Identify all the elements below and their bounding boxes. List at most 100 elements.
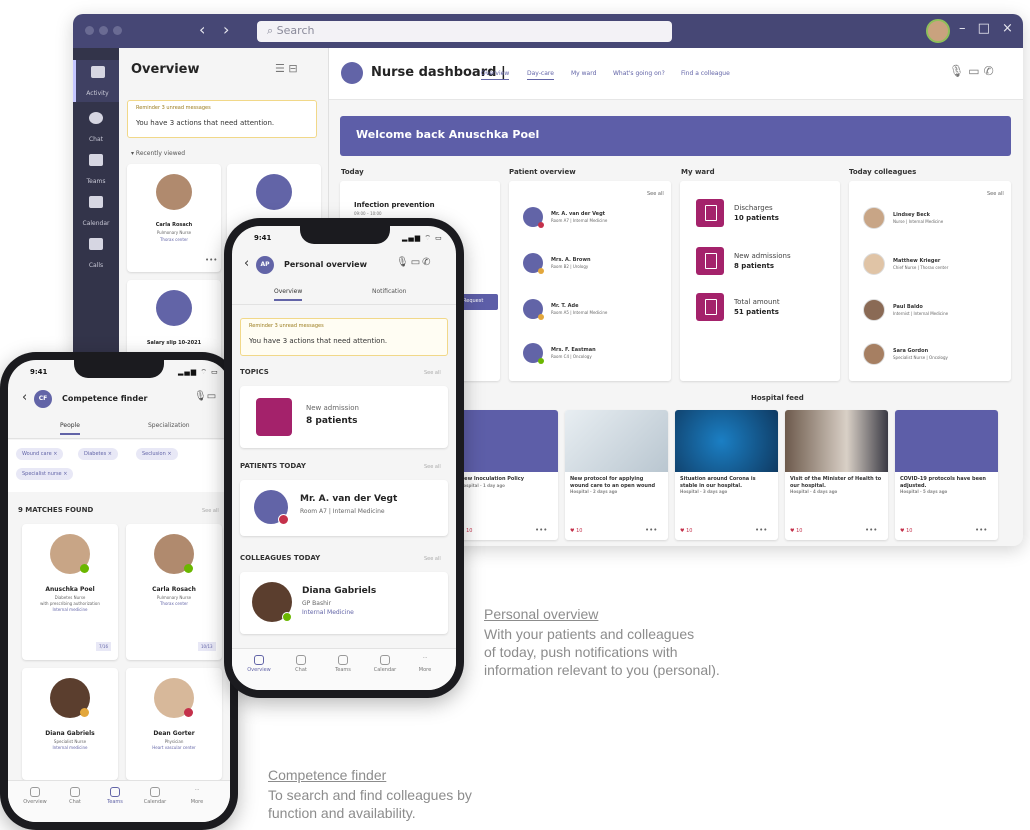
window-dot[interactable] (99, 26, 108, 35)
nav-overview[interactable]: Overview (18, 787, 52, 805)
ward-row-total[interactable]: Total amount 51 patients (696, 293, 836, 325)
feed-card[interactable]: New Inoculation Policy Hospital · 1 day a… (455, 410, 558, 540)
patient-card[interactable]: Mr. A. van der Vegt Room A7 | Internal M… (240, 480, 448, 536)
colleague-sub: Specialist Nurse | Oncology (893, 355, 948, 360)
call-icons[interactable]: 🎙▭ (194, 391, 216, 402)
patient-overview-card: See all Mr. A. van der Vegt Room A7 | In… (509, 181, 671, 381)
feed-card[interactable]: Visit of the Minister of Health to our h… (785, 410, 888, 540)
person-extra: Internal medicine (52, 745, 88, 750)
filter-icon[interactable]: ☰ ⊟ (275, 62, 298, 75)
see-all-link[interactable]: See all (424, 370, 441, 376)
tab-whats-going-on[interactable]: What's going on? (613, 70, 665, 77)
more-icon[interactable]: ••• (975, 526, 987, 534)
presence-dot (282, 612, 292, 622)
person-role: Diabetes Nurse (54, 595, 86, 600)
colleague-row[interactable]: Matthew Krieger Chief Nurse | Thorax cen… (863, 253, 1003, 281)
heart-icon[interactable]: ♥ 10 (570, 528, 582, 534)
ward-row-admissions[interactable]: New admissions 8 patients (696, 247, 836, 279)
recent-card-person[interactable]: Carla Rosach Pulmonary Nurse Thorax cent… (127, 164, 221, 272)
heart-icon[interactable]: ♥ 10 (790, 528, 802, 534)
patient-row[interactable]: Mr. T. Ade Room A5 | Internal Medicine (523, 299, 663, 325)
patient-name: Mr. T. Ade (551, 303, 579, 309)
nav-calendar[interactable]: Calendar (368, 655, 402, 673)
see-all-link[interactable]: See all (987, 191, 1004, 197)
colleague-row[interactable]: Sara Gordon Specialist Nurse | Oncology (863, 343, 1003, 371)
user-avatar[interactable] (926, 19, 950, 43)
tab-specialization[interactable]: Specialization (148, 422, 190, 429)
colleague-row[interactable]: Lindsey Beck Nurse | Internal Medicine (863, 207, 1003, 235)
see-all-link[interactable]: See all (424, 556, 441, 562)
back-arrow-icon[interactable]: ‹ (22, 390, 27, 405)
call-icons[interactable]: 🎙▭✆ (396, 257, 433, 268)
filter-chip[interactable]: Specialist nurse × (16, 468, 74, 480)
nav-more[interactable]: ··· More (180, 787, 214, 805)
recently-viewed-label[interactable]: ▾ Recently viewed (131, 150, 185, 157)
person-extra: Heart vascular center (152, 745, 196, 750)
colleague-card[interactable]: Diana Gabriels GP Bashir Internal Medici… (240, 572, 448, 634)
rail-item-activity[interactable]: Activity (73, 60, 119, 102)
feed-card[interactable]: Situation around Corona is stable in our… (675, 410, 778, 540)
status-dot (278, 514, 289, 525)
nav-more[interactable]: ··· More (408, 655, 442, 673)
tab-notification[interactable]: Notification (372, 288, 406, 295)
nav-calendar[interactable]: Calendar (138, 787, 172, 805)
window-dot[interactable] (113, 26, 122, 35)
request-button[interactable]: Request (460, 294, 498, 310)
filter-chip[interactable]: Wound care × (16, 448, 64, 460)
colleague-row[interactable]: Paul Baldo Internist | Internal Medicine (863, 299, 1003, 327)
person-card[interactable]: Diana Gabriels Specialist Nurse Internal… (22, 668, 118, 780)
rail-item-calls[interactable]: Calls (73, 232, 119, 274)
nav-teams[interactable]: Teams (326, 655, 360, 673)
colleague-name: Paul Baldo (893, 304, 923, 310)
tab-my-ward[interactable]: My ward (571, 70, 596, 77)
tab-overview[interactable]: Overview (274, 288, 303, 301)
today-item-title[interactable]: Infection prevention (354, 201, 435, 209)
patient-row[interactable]: Mrs. A. Brown Room B2 | Urology (523, 253, 663, 279)
more-icon[interactable]: ••• (205, 256, 217, 264)
more-icon[interactable]: ••• (865, 526, 877, 534)
back-arrow-icon[interactable]: ‹ (199, 20, 205, 39)
see-all-link[interactable]: See all (424, 464, 441, 470)
patient-sub: Room A7 | Internal Medicine (300, 508, 385, 515)
forward-arrow-icon[interactable]: › (223, 20, 229, 39)
nav-chat[interactable]: Chat (58, 787, 92, 805)
heart-icon[interactable]: ♥ 10 (900, 528, 912, 534)
search-input[interactable]: ⌕ Search (257, 21, 672, 42)
rail-item-chat[interactable]: Chat (73, 106, 119, 148)
filter-chip[interactable]: Seclusion × (136, 448, 178, 460)
rail-item-calendar[interactable]: Calendar (73, 190, 119, 232)
more-icon[interactable]: ••• (535, 526, 547, 534)
feed-card[interactable]: New protocol for applying wound care to … (565, 410, 668, 540)
calendar-icon (89, 196, 103, 208)
person-card[interactable]: Carla Rosach Pulmonary Nurse Thorax cent… (126, 524, 222, 660)
nav-chat[interactable]: Chat (284, 655, 318, 673)
tab-overview[interactable]: Overview (481, 70, 510, 80)
nav-teams[interactable]: Teams (98, 787, 132, 805)
tab-find-colleague[interactable]: Find a colleague (681, 70, 730, 77)
heart-icon[interactable]: ♥ 10 (680, 528, 692, 534)
tab-day-care[interactable]: Day-care (527, 70, 554, 80)
more-icon[interactable]: ••• (755, 526, 767, 534)
topic-card[interactable]: New admission 8 patients (240, 386, 448, 448)
chat-icon (296, 655, 306, 665)
alert-text: You have 3 actions that need attention. (136, 119, 275, 127)
see-all-link[interactable]: See all (647, 191, 664, 197)
rail-item-teams[interactable]: Teams (73, 148, 119, 190)
see-all-link[interactable]: See all (202, 508, 219, 514)
patient-row[interactable]: Mr. A. van der Vegt Room A7 | Internal M… (523, 207, 663, 233)
call-icons[interactable]: 🎙▭✆ (949, 64, 998, 78)
more-icon[interactable]: ••• (645, 526, 657, 534)
back-arrow-icon[interactable]: ‹ (244, 256, 249, 271)
alert-card[interactable]: Reminder 3 unread messages You have 3 ac… (240, 318, 448, 356)
ward-row-discharges[interactable]: Discharges 10 patients (696, 199, 836, 231)
filter-chip[interactable]: Diabetes × (78, 448, 118, 460)
window-controls[interactable]: – □ × (959, 21, 1017, 36)
window-dot[interactable] (85, 26, 94, 35)
alert-card[interactable]: Reminder 3 unread messages You have 3 ac… (127, 100, 317, 138)
feed-card[interactable]: COVID-19 protocols have been adjusted. Ho… (895, 410, 998, 540)
person-card[interactable]: Dean Gorter Physician Heart vascular cen… (126, 668, 222, 780)
nav-overview[interactable]: Overview (242, 655, 276, 673)
tab-people[interactable]: People (60, 422, 80, 435)
patient-row[interactable]: Mrs. F. Eastman Room C4 | Oncology (523, 343, 663, 369)
person-card[interactable]: Anuschka Poel Diabetes Nurse with prescr… (22, 524, 118, 660)
